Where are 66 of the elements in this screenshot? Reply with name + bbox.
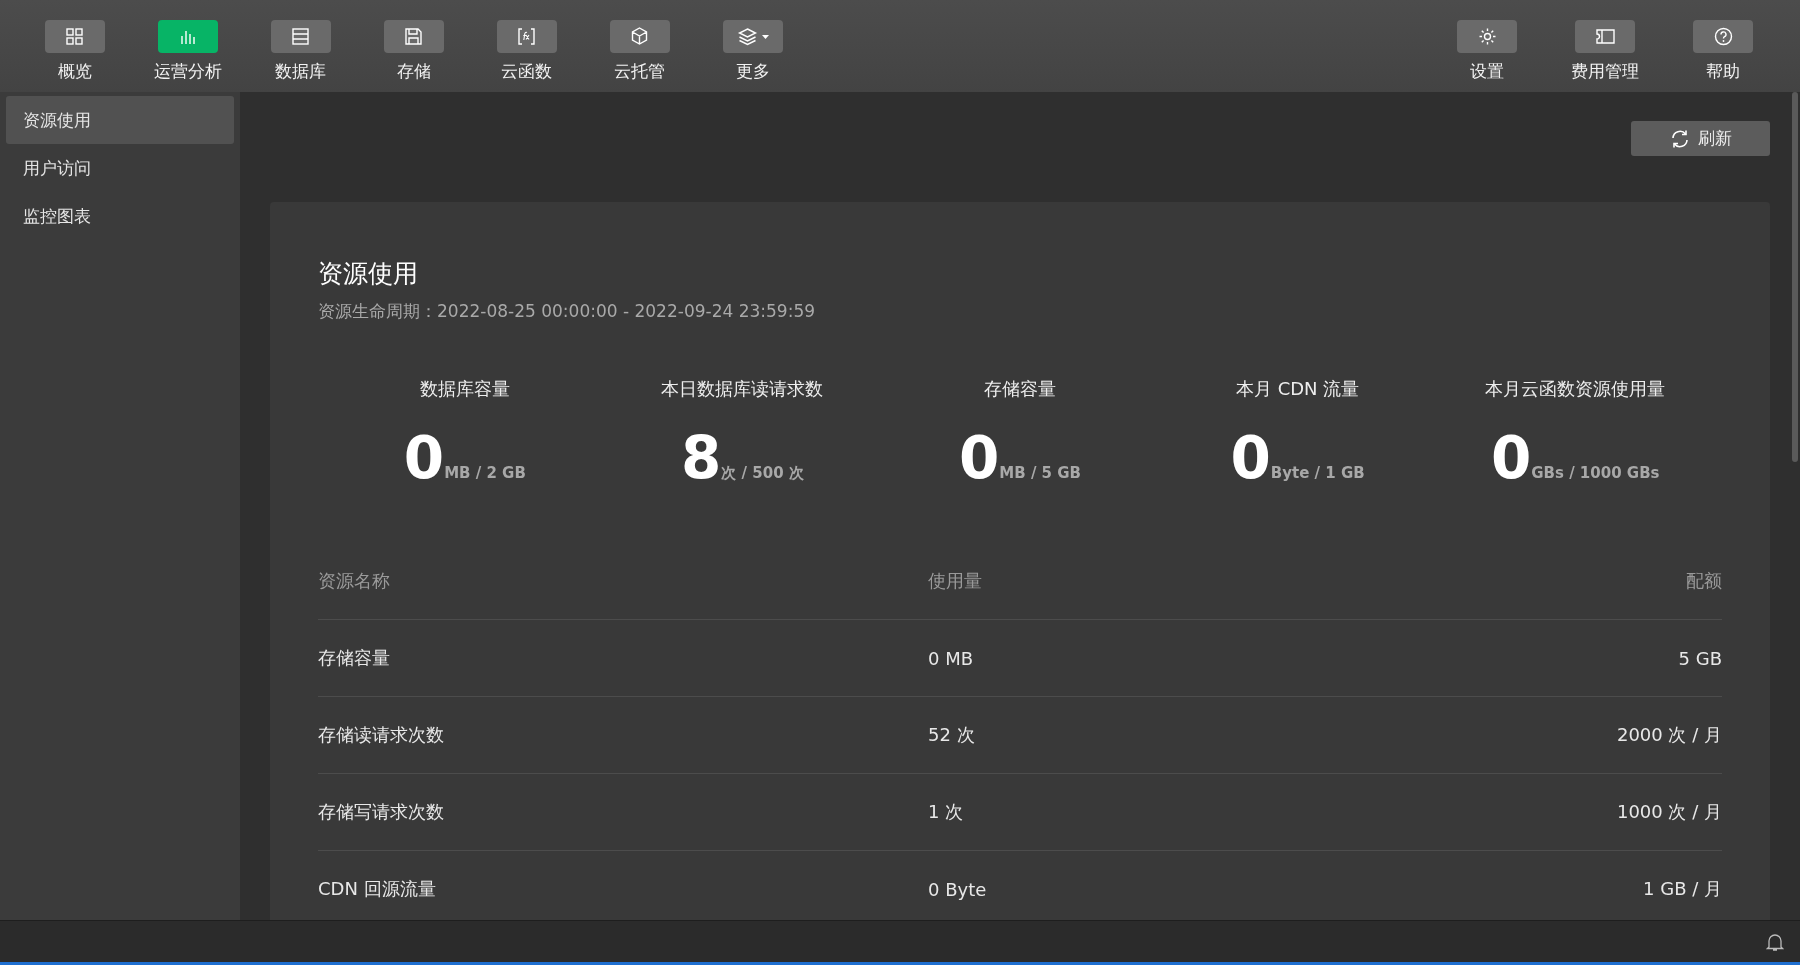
toolbar-button[interactable] (383, 20, 444, 53)
table-cell-text: 存储写请求次数 (318, 800, 445, 824)
table-cell-text: 存储读请求次数 (318, 723, 445, 747)
scrollbar-thumb[interactable] (1792, 92, 1798, 462)
toolbar-label[interactable]: 运营分析 (153, 60, 222, 83)
stat-label: 存储容量 (984, 377, 1056, 401)
lifecycle-text: 资源生命周期：2022-08-25 00:00:00 - 2022-09-24 23:59:59 (318, 300, 817, 323)
cube-icon (629, 26, 650, 47)
layers-icon (736, 26, 758, 47)
function-icon (516, 26, 537, 47)
stat-value: 0 (958, 429, 1000, 487)
table-cell-text: 1 GB / 月 (1642, 877, 1722, 901)
table-cell-text: 5 GB (1677, 647, 1722, 669)
table-cell-text: 存储容量 (318, 646, 391, 670)
toolbar-label[interactable]: 概览 (57, 60, 92, 83)
toolbar-button[interactable] (157, 20, 218, 53)
stat-label: 本日数据库读请求数 (661, 377, 824, 401)
table-cell-text: CDN 回源流量 (318, 877, 437, 901)
stat-unit: MB / 5 GB (999, 464, 1081, 482)
column-header: 使用量 (928, 569, 983, 593)
column-header: 资源名称 (318, 569, 391, 593)
toolbar-button[interactable] (609, 20, 670, 53)
refresh-button[interactable]: 刷新 (1631, 121, 1770, 156)
stat-value: 0 (1230, 429, 1271, 487)
stat-unit: 次 / 500 次 (721, 464, 804, 483)
notification-bell-icon[interactable] (1766, 931, 1784, 952)
stat-label: 本月云函数资源使用量 (1485, 377, 1666, 401)
toolbar-label[interactable]: 更多 (735, 60, 770, 83)
ticket-icon (1594, 26, 1616, 47)
sidebar-item[interactable]: 用户访问 (6, 144, 234, 192)
column-header: 配额 (1685, 569, 1722, 593)
table-icon (290, 26, 311, 47)
table-cell-text: 0 Byte (928, 878, 988, 900)
stat-unit: GBs / 1000 GBs (1531, 464, 1660, 482)
toolbar-label[interactable]: 帮助 (1706, 60, 1740, 83)
stat-value: 0 (403, 429, 445, 487)
table-cell-text: 0 MB (928, 647, 975, 669)
caret-icon (761, 34, 769, 39)
help-icon (1712, 26, 1734, 47)
sidebar-item[interactable]: 监控图表 (6, 192, 234, 240)
table-cell-text: 2000 次 / 月 (1615, 723, 1722, 747)
toolbar-button[interactable] (1575, 20, 1635, 53)
toolbar-button[interactable] (722, 20, 783, 53)
refresh-icon (1669, 128, 1690, 149)
toolbar-label[interactable]: 设置 (1470, 60, 1504, 83)
stat-label: 本月 CDN 流量 (1235, 377, 1360, 401)
toolbar-button[interactable] (1693, 20, 1753, 53)
table-cell-text: 1000 次 / 月 (1615, 800, 1722, 824)
grid-icon (64, 26, 85, 47)
sidebar-item[interactable]: 资源使用 (6, 96, 234, 144)
stat-label: 数据库容量 (419, 377, 510, 401)
stat-value: 8 (680, 429, 722, 487)
toolbar-button[interactable] (44, 20, 105, 53)
toolbar-label[interactable]: 云函数 (501, 60, 552, 83)
stat-unit: Byte / 1 GB (1270, 464, 1365, 482)
stat-value: 0 (1490, 429, 1532, 487)
table-cell-text: 52 次 (928, 723, 976, 747)
toolbar-button[interactable] (270, 20, 331, 53)
toolbar-button[interactable] (496, 20, 557, 53)
stat-unit: MB / 2 GB (444, 464, 526, 482)
card-title: 资源使用 (318, 258, 419, 290)
toolbar-label[interactable]: 云托管 (614, 60, 665, 83)
toolbar-label[interactable]: 存储 (396, 60, 431, 83)
toolbar-label[interactable]: 数据库 (275, 60, 326, 83)
toolbar-label[interactable]: 费用管理 (1571, 60, 1639, 83)
table-cell-text: 1 次 (928, 800, 965, 824)
